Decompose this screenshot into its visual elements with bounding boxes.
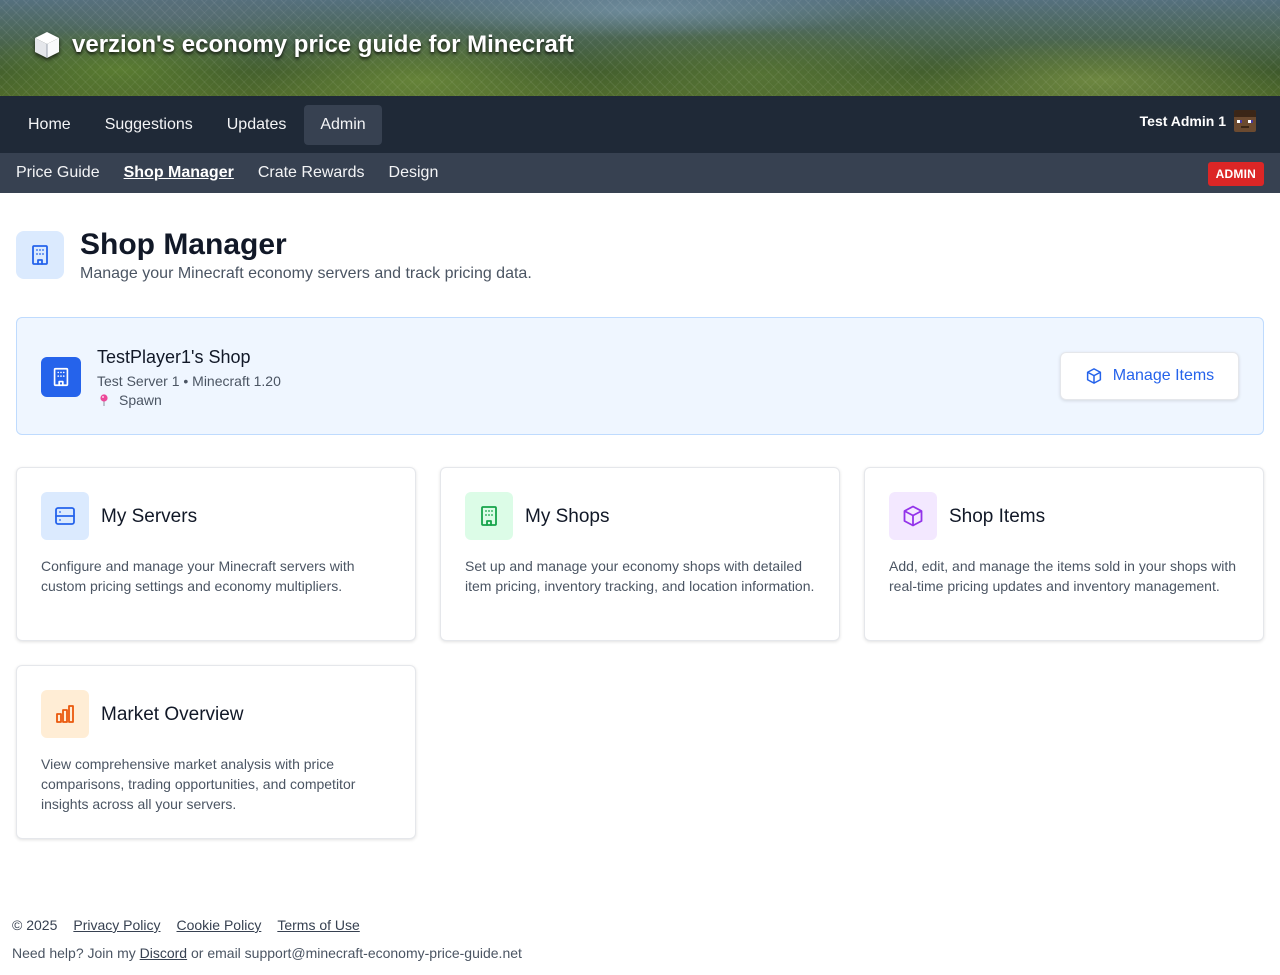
help-suffix: or email support@minecraft-economy-price… <box>191 945 522 961</box>
site-title[interactable]: verzion's economy price guide for Minecr… <box>32 30 574 60</box>
footer-links: © 2025 Privacy Policy Cookie Policy Term… <box>12 917 360 933</box>
terms-of-use-link[interactable]: Terms of Use <box>277 917 359 933</box>
card-description: Configure and manage your Minecraft serv… <box>41 558 355 594</box>
manage-items-button[interactable]: Manage Items <box>1060 352 1239 400</box>
help-prefix: Need help? Join my <box>12 945 136 961</box>
bar-chart-icon <box>41 690 89 738</box>
nav-updates[interactable]: Updates <box>211 105 303 145</box>
main-nav: Home Suggestions Updates Admin Test Admi… <box>0 96 1280 153</box>
subnav-shop-manager[interactable]: Shop Manager <box>124 164 234 182</box>
shop-location: Spawn <box>97 392 162 408</box>
shop-building-icon <box>41 357 81 397</box>
card-description: View comprehensive market analysis with … <box>41 756 356 812</box>
page-subtitle: Manage your Minecraft economy servers an… <box>80 265 532 282</box>
cookie-policy-link[interactable]: Cookie Policy <box>177 917 262 933</box>
building-icon <box>16 231 64 279</box>
card-market-overview[interactable]: Market Overview View comprehensive marke… <box>16 665 416 839</box>
subnav-crate-rewards[interactable]: Crate Rewards <box>258 164 365 182</box>
shop-location-text: Spawn <box>119 392 162 408</box>
subnav-design[interactable]: Design <box>389 164 439 182</box>
footer-help: Need help? Join my Discord or email supp… <box>12 945 522 961</box>
pin-icon <box>100 394 108 406</box>
card-title: Shop Items <box>949 506 1046 527</box>
site-title-text: verzion's economy price guide for Minecr… <box>72 31 574 58</box>
privacy-policy-link[interactable]: Privacy Policy <box>73 917 160 933</box>
server-icon <box>41 492 89 540</box>
box-icon <box>1086 368 1101 384</box>
nav-admin[interactable]: Admin <box>304 104 382 145</box>
card-title: My Shops <box>525 506 610 527</box>
card-shop-items[interactable]: Shop Items Add, edit, and manage the ite… <box>864 467 1264 641</box>
building-icon <box>465 492 513 540</box>
cube-icon <box>35 32 59 58</box>
nav-home[interactable]: Home <box>12 105 87 145</box>
card-my-shops[interactable]: My Shops Set up and manage your economy … <box>440 467 840 641</box>
user-menu[interactable]: Test Admin 1 <box>1140 110 1256 132</box>
nav-suggestions[interactable]: Suggestions <box>89 105 209 145</box>
box-icon <box>889 492 937 540</box>
sub-nav: Price Guide Shop Manager Crate Rewards D… <box>0 153 1280 193</box>
header-banner: verzion's economy price guide for Minecr… <box>0 0 1280 96</box>
selected-shop-panel: TestPlayer1's Shop Test Server 1 • Minec… <box>16 317 1264 435</box>
copyright: © 2025 <box>12 917 58 933</box>
card-title: Market Overview <box>101 704 244 725</box>
card-description: Set up and manage your economy shops wit… <box>465 558 815 594</box>
shop-name: TestPlayer1's Shop <box>97 347 251 367</box>
card-my-servers[interactable]: My Servers Configure and manage your Min… <box>16 467 416 641</box>
subnav-price-guide[interactable]: Price Guide <box>16 164 100 182</box>
avatar <box>1234 110 1256 132</box>
card-description: Add, edit, and manage the items sold in … <box>889 558 1237 594</box>
admin-badge: ADMIN <box>1207 162 1264 186</box>
shop-meta: Test Server 1 • Minecraft 1.20 <box>97 373 281 389</box>
page-title: Shop Manager <box>80 228 287 261</box>
manage-items-label: Manage Items <box>1112 367 1215 384</box>
card-title: My Servers <box>101 506 198 527</box>
discord-link[interactable]: Discord <box>140 945 187 961</box>
user-name: Test Admin 1 <box>1139 113 1226 129</box>
